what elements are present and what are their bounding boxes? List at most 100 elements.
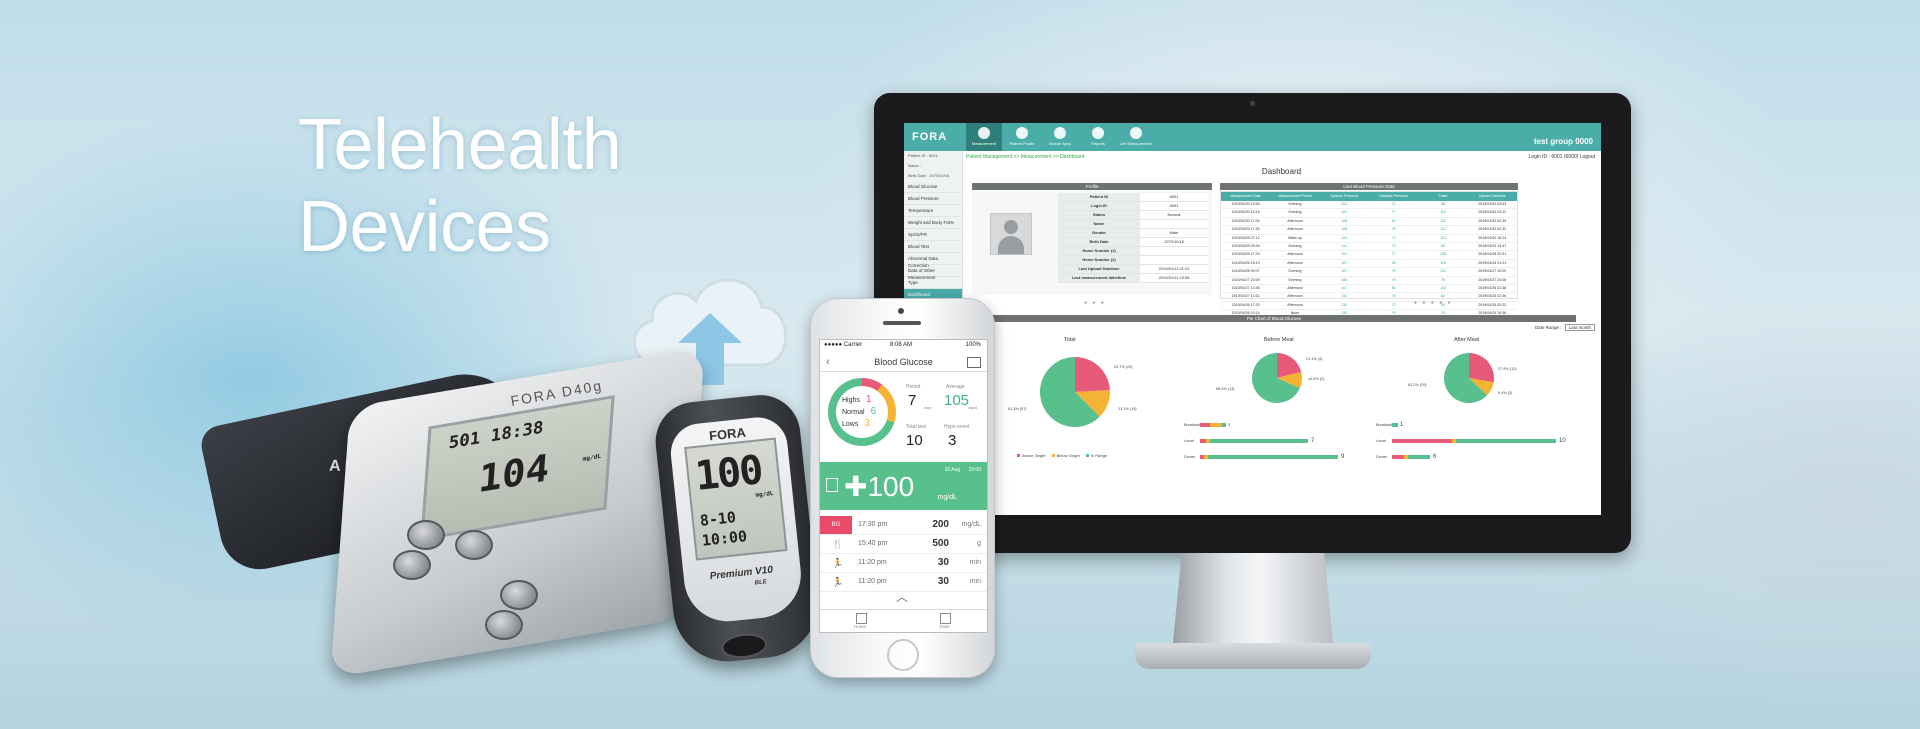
monitor-stand-base	[1135, 643, 1371, 669]
tab-bar: Home Tools	[820, 609, 987, 632]
sidebar-item-weight[interactable]: Weight and Body Fat%	[904, 217, 962, 229]
table-row[interactable]: 2019/04/27 13:36 Afternoon 107 84 110 2019/04…	[1221, 285, 1517, 294]
pie-slice[interactable]	[1075, 357, 1110, 392]
bp-pager-dots[interactable]: ● ● ● ● ●	[1414, 300, 1453, 306]
latest-reading: ✚100	[844, 471, 915, 502]
pie-panel: Total Before Meal After Meal 23.7% (22) …	[972, 331, 1574, 515]
bp-button[interactable]	[455, 530, 493, 560]
bp-column-header[interactable]: Measurement Period	[1270, 192, 1319, 201]
tab-tools[interactable]: Tools	[939, 624, 950, 629]
table-row[interactable]: 2019/04/28 00:07 Evening 107 79 121 2019/04/2…	[1221, 268, 1517, 277]
table-cell: 119	[1440, 210, 1446, 215]
activity-icon	[1130, 127, 1142, 139]
row-unit: min	[969, 559, 981, 566]
sidebar-item-spo2[interactable]: SpO2/PR	[904, 229, 962, 241]
bar-segment	[1222, 423, 1226, 427]
bp-column-header[interactable]: Diastolic Pressure	[1369, 192, 1418, 201]
tools-tab-icon[interactable]	[940, 613, 951, 624]
profile-key: Home Number (2)	[1058, 256, 1140, 264]
table-row[interactable]: 2019/04/30 10:15 Evening 102 77 119 2019/04/3…	[1221, 209, 1517, 218]
profile-value: 2019/01/11 23:06	[1140, 274, 1208, 282]
table-row[interactable]: 2019/04/28 16:19 Afternoon 107 94 116 2019/04…	[1221, 260, 1517, 269]
profile-row: Last Upload Datetime 2019/01/11 01:22	[1058, 265, 1208, 274]
sidebar-item-abnormal-data[interactable]: Abnormal Data Correction	[904, 253, 962, 268]
row-unit: g	[977, 540, 981, 547]
app-logo: FORA	[912, 131, 948, 143]
bp-column-header[interactable]: Upload Datetime	[1468, 192, 1517, 201]
table-cell: 102	[1341, 252, 1348, 257]
table-row[interactable]: 2019/04/29 05:45 Evening 111 73 80 2019/04/29…	[1221, 243, 1517, 252]
table-cell: 84	[1391, 285, 1396, 290]
tab-reports[interactable]: Reports	[1080, 123, 1116, 151]
table-cell: 2019/04/28 02:31	[1478, 252, 1507, 257]
home-button[interactable]	[887, 639, 919, 671]
table-row[interactable]: 2019/04/30 17:00 Afternoon 108 81 111 2019/04…	[1221, 218, 1517, 227]
tab-measurement[interactable]: Measurement	[966, 123, 1002, 151]
table-cell: 79	[1391, 269, 1396, 274]
bp-button[interactable]	[407, 520, 445, 550]
glucose-meter-button[interactable]	[720, 631, 769, 661]
table-cell: 2019/04/30 02:39	[1478, 218, 1507, 223]
home-tab-icon[interactable]	[856, 613, 867, 624]
table-cell: 81	[1391, 218, 1396, 223]
chart-icon[interactable]	[967, 357, 981, 368]
table-cell: 2019/04/30 02:32	[1478, 227, 1507, 232]
date-range-select[interactable]: Last month	[1564, 324, 1595, 331]
breadcrumb[interactable]: Patient Management >> Measurement >> Das…	[966, 154, 1084, 160]
bp-column-header[interactable]: Measurement Date	[1221, 192, 1270, 201]
table-row[interactable]: 2019/04/29 07:12 Wake up 124 72 113 2019/04/3…	[1221, 235, 1517, 243]
bp-column-header[interactable]: Pulse	[1418, 192, 1467, 201]
table-cell: 2019/04/30 04:53	[1478, 202, 1507, 206]
sidebar-item-other-measurement[interactable]: Data of Other Measurement	[904, 265, 962, 280]
list-item[interactable]: 🏃 11:20 pm 30 min	[820, 554, 987, 573]
pie-slice[interactable]	[1469, 353, 1494, 383]
list-item[interactable]: 🍴 15:40 pm 500 g	[820, 535, 987, 554]
latest-reading-card[interactable]: ✚100 10 Aug 10:00 mg/dL	[820, 462, 987, 510]
row-time: 17:30 pm	[858, 521, 888, 528]
total-test-label: Total test	[906, 424, 927, 430]
sidebar-item-blood-test[interactable]: Blood Test	[904, 241, 962, 253]
bar-segment	[1208, 455, 1338, 459]
tab-home[interactable]: Home	[854, 624, 866, 629]
table-cell: Afternoon	[1287, 218, 1303, 223]
profile-value: 6001	[1140, 202, 1208, 210]
bp-column-header[interactable]: Systolic Pressure	[1320, 192, 1369, 201]
chevron-up-icon[interactable]: ︿	[896, 588, 908, 605]
tab-life-measurement[interactable]: Life Measurement	[1118, 123, 1154, 151]
table-row[interactable]: 2019/04/27 20:59 Evening 106 79 78 2019/04/27…	[1221, 277, 1517, 285]
account-label[interactable]: test group 0000	[1534, 137, 1593, 146]
bp-button[interactable]	[393, 550, 431, 580]
sidebar-item-temperature[interactable]: Temperature	[904, 205, 962, 217]
table-cell: Wake up	[1287, 235, 1303, 240]
table-cell: 124	[1341, 235, 1348, 240]
bp-button[interactable]	[500, 580, 538, 610]
glucose-reading: 100	[692, 447, 764, 500]
sidebar-item-blood-glucose[interactable]: Blood Glucose	[904, 181, 962, 193]
table-cell: Afternoon	[1287, 302, 1303, 307]
table-row[interactable]: 2019/04/26 17:20 Afternoon 115 72 83 2019/04/…	[1221, 302, 1517, 311]
table-row[interactable]: 2019/04/30 19:46 Evening 104 71 88 2019/04/30…	[1221, 201, 1517, 210]
date-range-label: Date Range :	[1534, 325, 1562, 330]
profile-key: Login ID	[1058, 202, 1140, 210]
table-row[interactable]: 2019/04/27 11:52 Afternoon 113 76 82 2019/04/…	[1221, 293, 1517, 302]
pie-label: 23.7% (22)	[1114, 365, 1133, 369]
row-unit: min	[969, 578, 981, 585]
tab-label: Reports	[1090, 141, 1105, 146]
row-value: 30	[937, 576, 949, 587]
bar-label: Breakfast	[1376, 423, 1393, 427]
bp-button[interactable]	[485, 610, 523, 640]
profile-pager-dots[interactable]: ● ● ●	[1084, 300, 1106, 306]
tab-patient-profile[interactable]: Patient Profile	[1004, 123, 1040, 151]
table-row[interactable]: 2019/04/29 17:29 Afternoon 102 77 128 2019/04…	[1221, 251, 1517, 260]
tab-mobile-sync[interactable]: Mobile Sync	[1042, 123, 1078, 151]
list-item[interactable]: BG 17:30 pm 200 mg/dL	[820, 516, 987, 535]
table-cell: 77	[1391, 210, 1396, 215]
login-info[interactable]: Login ID : 6001 (6000) Logout	[1529, 154, 1595, 160]
profile-table: Patient ID 6001 Login ID 6001 Status Normal Na…	[1058, 193, 1208, 283]
profile-value: Normal	[1140, 211, 1208, 219]
sidebar-item-blood-pressure[interactable]: Blood Pressure	[904, 193, 962, 205]
table-row[interactable]: 2019/04/29 17:30 Afternoon 106 79 113 2019/04…	[1221, 226, 1517, 235]
period-label: Period	[906, 384, 921, 390]
profile-row: Home Number (1)	[1058, 247, 1208, 256]
lows-value: 3	[864, 418, 870, 429]
